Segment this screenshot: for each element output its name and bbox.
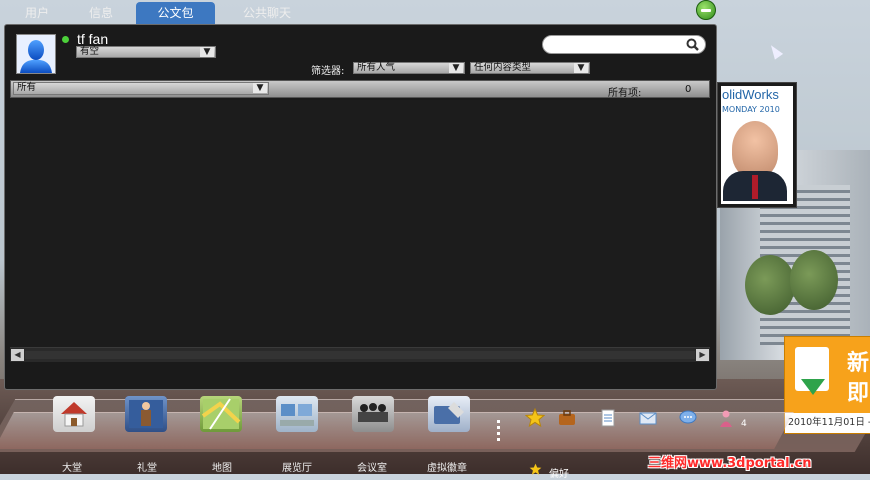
map-icon	[201, 398, 241, 430]
tab-briefcase[interactable]: 公文包	[136, 2, 215, 25]
person-icon[interactable]	[716, 408, 736, 428]
popularity-filter-value: 所有人气	[357, 62, 396, 73]
notepad-icon[interactable]	[598, 408, 618, 428]
dock-meeting-room-label: 会议室	[357, 463, 387, 474]
tab-bar: 用户 信息 公文包 公共聊天	[0, 0, 718, 25]
download-arrow-icon	[801, 379, 825, 395]
presenter-tie	[752, 175, 758, 199]
dock-lobby-button[interactable]	[53, 396, 95, 432]
pdf-download-ad[interactable]: 新 即 2010年11月01日 -	[784, 336, 870, 434]
virtual-badge-icon	[434, 402, 464, 424]
dock-lobby-label: 大堂	[62, 463, 82, 474]
mouse-cursor-icon	[766, 42, 784, 60]
search-input[interactable]	[542, 35, 706, 54]
category-value: 所有	[17, 82, 37, 93]
dock-separator	[497, 420, 500, 442]
chevron-down-icon: ▼	[200, 47, 214, 57]
total-items-count: 0	[685, 84, 692, 95]
dock-virtual-badge-label: 虚拟徽章	[427, 463, 467, 474]
ad-text-2: 即	[846, 381, 869, 406]
dock-shelf	[0, 412, 794, 449]
tab-users[interactable]: 用户	[16, 2, 58, 25]
total-items-label: 所有项:	[608, 88, 642, 99]
chevron-down-icon: ▼	[449, 63, 463, 73]
dock-auditorium-label: 礼堂	[137, 463, 157, 474]
horizontal-scrollbar[interactable]: ◀ ▶	[10, 347, 710, 362]
content-type-filter-value: 任何内容类型	[474, 62, 532, 73]
dock-map-button[interactable]	[200, 396, 242, 432]
meeting-room-icon	[358, 403, 388, 422]
avatar[interactable]	[16, 34, 56, 74]
tab-messages[interactable]: 信息	[80, 2, 122, 25]
filter-label: 筛选器:	[311, 66, 345, 77]
popularity-filter-dropdown[interactable]: 所有人气 ▼	[353, 62, 465, 74]
search-icon[interactable]	[686, 38, 699, 51]
tree	[790, 250, 838, 310]
preferences-star-icon[interactable]	[529, 463, 542, 476]
chevron-down-icon: ▼	[574, 63, 588, 73]
ad-date: 2010年11月01日 -	[785, 413, 870, 433]
status-dropdown[interactable]: 有空 ▼	[76, 46, 216, 58]
house-icon	[61, 402, 87, 427]
poster-title: olidWorks	[722, 87, 779, 102]
chat-icon[interactable]	[678, 408, 698, 428]
content-type-filter-dropdown[interactable]: 任何内容类型 ▼	[470, 62, 590, 74]
mail-icon[interactable]	[638, 408, 658, 428]
watermark: 三维网www.3dportal.cn	[648, 456, 812, 471]
category-dropdown[interactable]: 所有 ▼	[13, 82, 269, 95]
poster-subtitle: MONDAY 2010	[722, 105, 780, 114]
dock-exhibit-hall-button[interactable]	[276, 396, 318, 432]
presenter-photo	[732, 121, 778, 177]
briefcase-content-area[interactable]	[10, 100, 710, 347]
dock-virtual-badge-button[interactable]	[428, 396, 470, 432]
dock-meeting-room-button[interactable]	[352, 396, 394, 432]
auditorium-icon	[129, 400, 163, 428]
star-icon[interactable]	[525, 408, 545, 428]
user-silhouette-icon	[17, 35, 55, 73]
scroll-right-button[interactable]: ▶	[696, 349, 709, 361]
user-name: tf fan	[77, 31, 109, 47]
dock-auditorium-button[interactable]	[125, 396, 167, 432]
online-status-icon	[62, 36, 69, 43]
status-value: 有空	[80, 46, 100, 57]
minimize-button[interactable]	[696, 0, 716, 20]
scroll-left-button[interactable]: ◀	[11, 349, 24, 361]
chevron-down-icon: ▼	[253, 83, 267, 93]
scroll-track[interactable]	[25, 351, 695, 359]
dock-map-label: 地图	[212, 463, 232, 474]
briefcase-panel: tf fan 有空 ▼ 筛选器: 所有人气 ▼ 任何内容类型 ▼ 所有 ▼ 所有…	[4, 24, 717, 390]
dock-exhibit-hall-label: 展览厅	[282, 463, 312, 474]
exhibit-hall-icon	[280, 404, 314, 426]
briefcase-icon[interactable]	[557, 408, 577, 428]
tree	[745, 255, 795, 315]
preferences-label[interactable]: 偏好	[549, 465, 569, 480]
people-count: 4	[741, 419, 747, 429]
solidworks-poster[interactable]: olidWorks MONDAY 2010	[717, 82, 797, 208]
tab-public-chat[interactable]: 公共聊天	[236, 2, 298, 25]
ad-text-1: 新	[846, 351, 869, 376]
